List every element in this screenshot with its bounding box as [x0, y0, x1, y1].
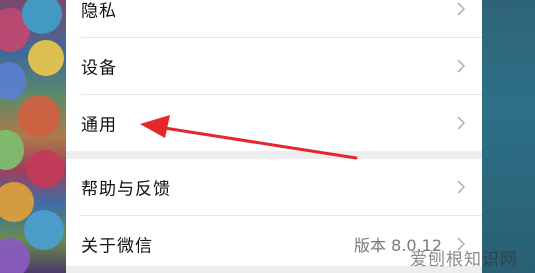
watermark: 爱刨根知识网 — [410, 250, 518, 270]
balloon — [0, 238, 30, 273]
balloon — [28, 40, 64, 76]
balloon — [26, 150, 64, 188]
settings-item-label: 关于微信 — [81, 236, 153, 257]
balloon — [18, 95, 60, 137]
chevron-right-icon — [457, 116, 466, 130]
chevron-right-icon — [457, 180, 466, 194]
settings-item-help-feedback[interactable]: 帮助与反馈 — [66, 159, 482, 215]
wallpaper-left — [0, 0, 66, 273]
balloon — [22, 0, 62, 34]
settings-item-label: 通用 — [81, 115, 117, 136]
settings-item-privacy[interactable]: 隐私 — [66, 0, 482, 37]
settings-panel: 隐私 设备 通用 帮助与反馈 关于微信 版本 8.0.12 — [66, 0, 482, 273]
settings-item-general[interactable]: 通用 — [66, 95, 482, 151]
balloon — [0, 62, 26, 100]
settings-item-label: 隐私 — [81, 1, 117, 22]
balloon — [0, 130, 24, 170]
section-gap — [66, 151, 482, 159]
settings-item-label: 帮助与反馈 — [81, 179, 171, 200]
settings-item-label: 设备 — [81, 58, 117, 79]
wallpaper-right — [482, 0, 535, 273]
chevron-right-icon — [457, 2, 466, 16]
balloon — [24, 210, 64, 250]
settings-item-device[interactable]: 设备 — [66, 38, 482, 94]
chevron-right-icon — [457, 59, 466, 73]
